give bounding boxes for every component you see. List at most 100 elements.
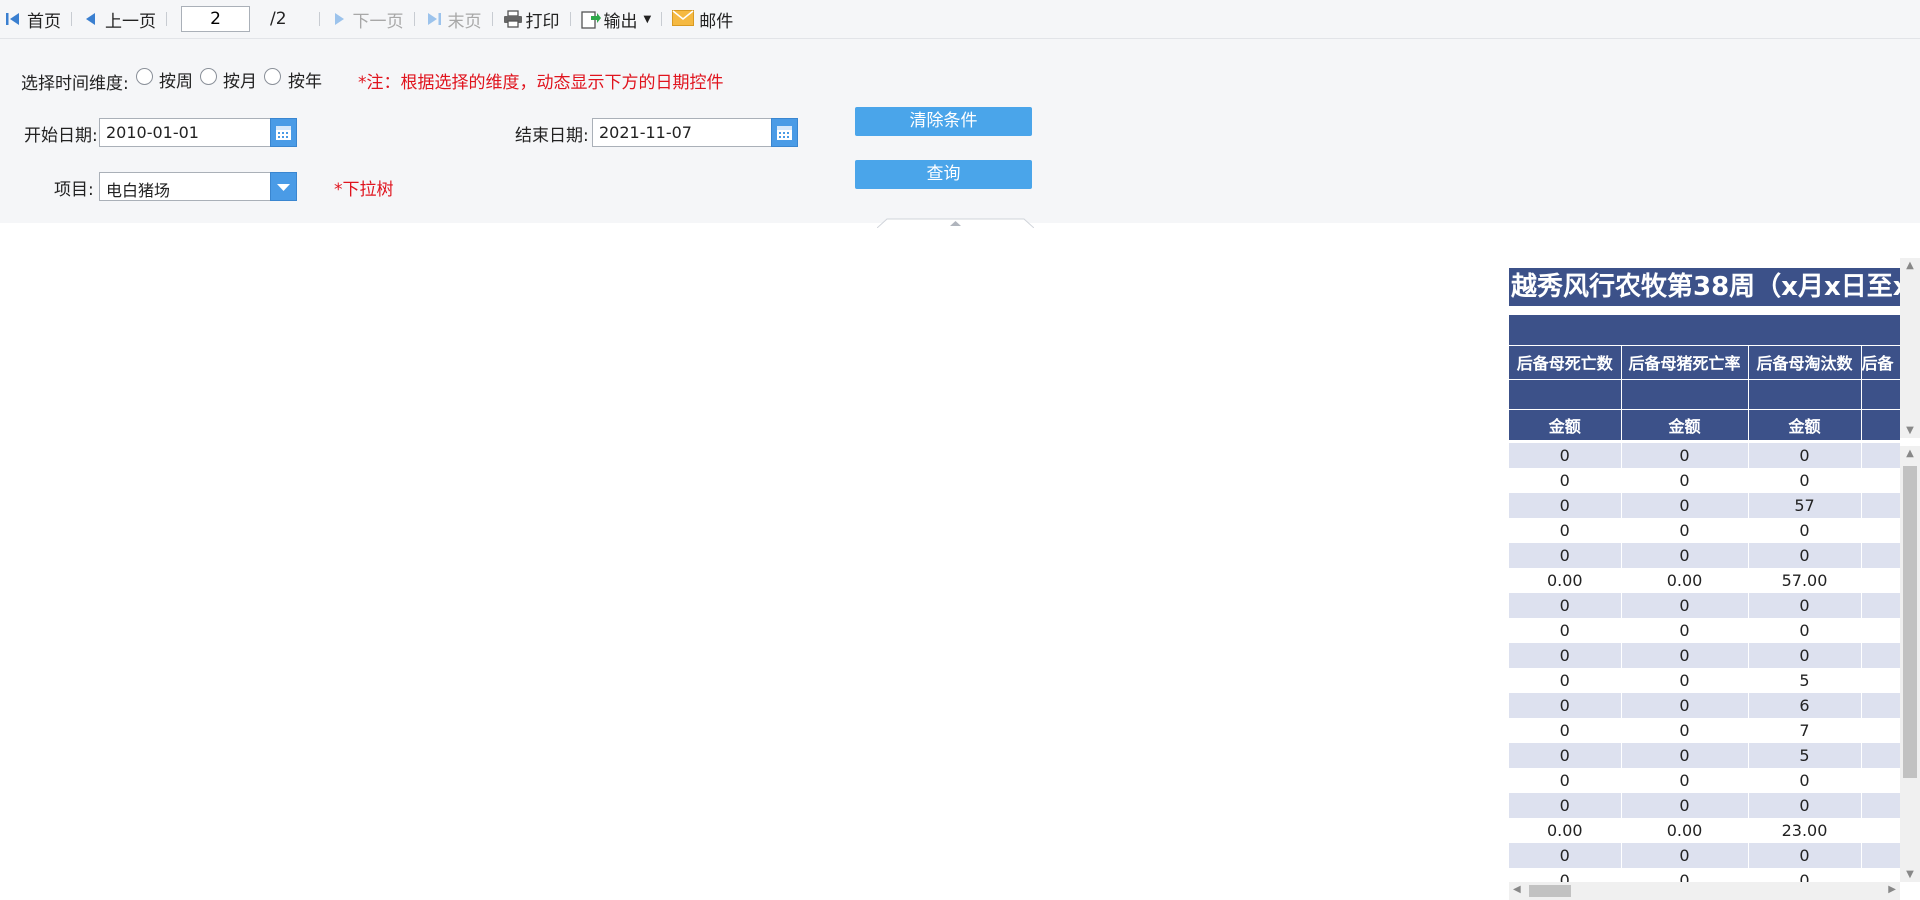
column-header: 后备母死亡数 (1509, 346, 1622, 380)
toolbar-divider (71, 12, 72, 26)
table-cell: 0 (1509, 718, 1622, 743)
export-icon (580, 10, 601, 29)
end-date-field[interactable]: 2021-11-07 (592, 118, 798, 147)
table-cell: 0 (1748, 793, 1862, 818)
table-cell (1861, 693, 1900, 718)
last-page-icon (425, 10, 443, 28)
radio-year[interactable] (264, 68, 281, 85)
table-cell: 0 (1621, 668, 1749, 693)
print-label: 打印 (525, 11, 560, 32)
table-cell (1861, 443, 1900, 468)
email-button[interactable]: 邮件 (668, 0, 737, 39)
toolbar-divider (661, 12, 663, 26)
table-cell: 7 (1748, 718, 1862, 743)
scroll-up-icon[interactable]: ▲ (1900, 260, 1920, 271)
project-value: 电白猪场 (106, 181, 171, 200)
table-cell: 0 (1509, 743, 1622, 768)
radio-month-label: 按月 (223, 72, 257, 92)
table-cell: 0 (1509, 593, 1622, 618)
last-page-label: 末页 (447, 11, 482, 32)
print-button[interactable]: 打印 (499, 0, 564, 39)
next-page-button[interactable]: 下一页 (326, 0, 408, 39)
prev-page-icon (82, 10, 100, 28)
table-row: 0 0 57 (1509, 493, 1900, 518)
table-cell (1861, 768, 1900, 793)
toolbar-divider (166, 12, 167, 26)
project-note: *下拉树 (334, 180, 394, 200)
prev-page-button[interactable]: 上一页 (78, 0, 160, 39)
table-row: 005 (1509, 668, 1900, 693)
scroll-right-icon[interactable]: ▶ (1888, 884, 1896, 895)
table-cell (1861, 668, 1900, 693)
horizontal-scrollbar[interactable]: ◀ ▶ (1509, 882, 1900, 900)
report-body-table: 0 0 0 0 0 0 0 0 57 0 0 0 0 0 0 0.00 0.00 57.00 0 0 0 0 0 0 0 0 0 0 0… (1509, 443, 1900, 893)
report-toolbar: 首页 上一页 /2 下一页 末页 打印 输出 ▼ (0, 0, 1920, 39)
printer-icon (503, 10, 522, 28)
clear-conditions-button[interactable]: 清除条件 (855, 107, 1032, 136)
table-row: 000 (1509, 768, 1900, 793)
start-date-label: 开始日期: (24, 126, 98, 146)
toolbar-divider (413, 12, 415, 26)
project-select[interactable]: 电白猪场 (99, 172, 297, 201)
table-row: 000 (1509, 593, 1900, 618)
start-date-field[interactable]: 2010-01-01 (99, 118, 297, 147)
horizontal-scroll-thumb[interactable] (1529, 885, 1571, 897)
time-dimension-label: 选择时间维度: (21, 74, 129, 94)
table-row: 000 (1509, 518, 1900, 543)
subheader-row: 金额 金额 金额 (1509, 409, 1900, 440)
calendar-icon[interactable] (771, 118, 798, 147)
radio-week[interactable] (136, 68, 153, 85)
first-page-icon (4, 10, 22, 28)
page-number-input[interactable] (181, 6, 250, 32)
query-button[interactable]: 查询 (855, 160, 1032, 189)
scroll-down-icon[interactable]: ▼ (1900, 869, 1920, 880)
table-row: 005 (1509, 743, 1900, 768)
table-cell: 0 (1509, 768, 1622, 793)
dimension-note: *注：根据选择的维度，动态显示下方的日期控件 (358, 73, 724, 93)
toolbar-divider (318, 12, 320, 26)
table-cell: 0 (1748, 518, 1862, 543)
header-vertical-scrollbar[interactable]: ▲ ▼ (1900, 258, 1920, 438)
column-header: 后备母淘汰数 (1748, 346, 1862, 380)
vertical-scroll-thumb[interactable] (1903, 466, 1917, 778)
report-body: 0 0 0 0 0 0 0 0 57 0 0 0 0 0 0 0.00 0.00 57.00 0 0 0 0 0 0 0 0 0 0 0… (1509, 443, 1900, 893)
table-cell: 5 (1748, 668, 1862, 693)
scroll-down-icon[interactable]: ▼ (1900, 425, 1920, 436)
radio-month[interactable] (200, 68, 217, 85)
table-cell: 0 (1748, 593, 1862, 618)
table-row: 000 (1509, 543, 1900, 568)
table-cell: 5 (1748, 743, 1862, 768)
last-page-button[interactable]: 末页 (421, 0, 486, 39)
table-cell (1861, 518, 1900, 543)
table-cell: 0 (1621, 618, 1749, 643)
scroll-up-icon[interactable]: ▲ (1900, 448, 1920, 459)
table-row: 0.00 0.00 57.00 (1509, 568, 1900, 593)
body-vertical-scrollbar[interactable]: ▲ ▼ (1900, 446, 1920, 882)
table-cell (1861, 593, 1900, 618)
table-cell: 0.00 (1621, 568, 1749, 593)
export-dropdown[interactable]: 输出 ▼ (577, 0, 656, 39)
calendar-icon[interactable] (270, 118, 297, 147)
table-row: 000 (1509, 443, 1900, 468)
table-cell: 0 (1509, 843, 1622, 868)
table-cell: 0 (1621, 593, 1749, 618)
table-cell: 6 (1748, 693, 1862, 718)
chevron-down-icon[interactable] (270, 172, 297, 201)
export-label: 输出 (603, 11, 638, 32)
table-cell: 0 (1621, 643, 1749, 668)
subheader-cell: 金额 (1509, 409, 1622, 440)
panel-collapse-handle[interactable] (876, 213, 1035, 229)
toolbar-divider (569, 12, 571, 26)
table-cell: 0 (1509, 543, 1622, 568)
table-cell: 0 (1621, 793, 1749, 818)
start-date-value: 2010-01-01 (106, 123, 199, 142)
table-cell (1861, 543, 1900, 568)
first-page-button[interactable]: 首页 (0, 0, 65, 39)
scroll-left-icon[interactable]: ◀ (1513, 884, 1521, 895)
table-row: 000 (1509, 843, 1900, 868)
table-cell (1861, 568, 1900, 593)
table-cell (1861, 818, 1900, 843)
empty-header-row (1509, 380, 1900, 410)
table-cell: 0 (1621, 518, 1749, 543)
table-cell (1861, 843, 1900, 868)
